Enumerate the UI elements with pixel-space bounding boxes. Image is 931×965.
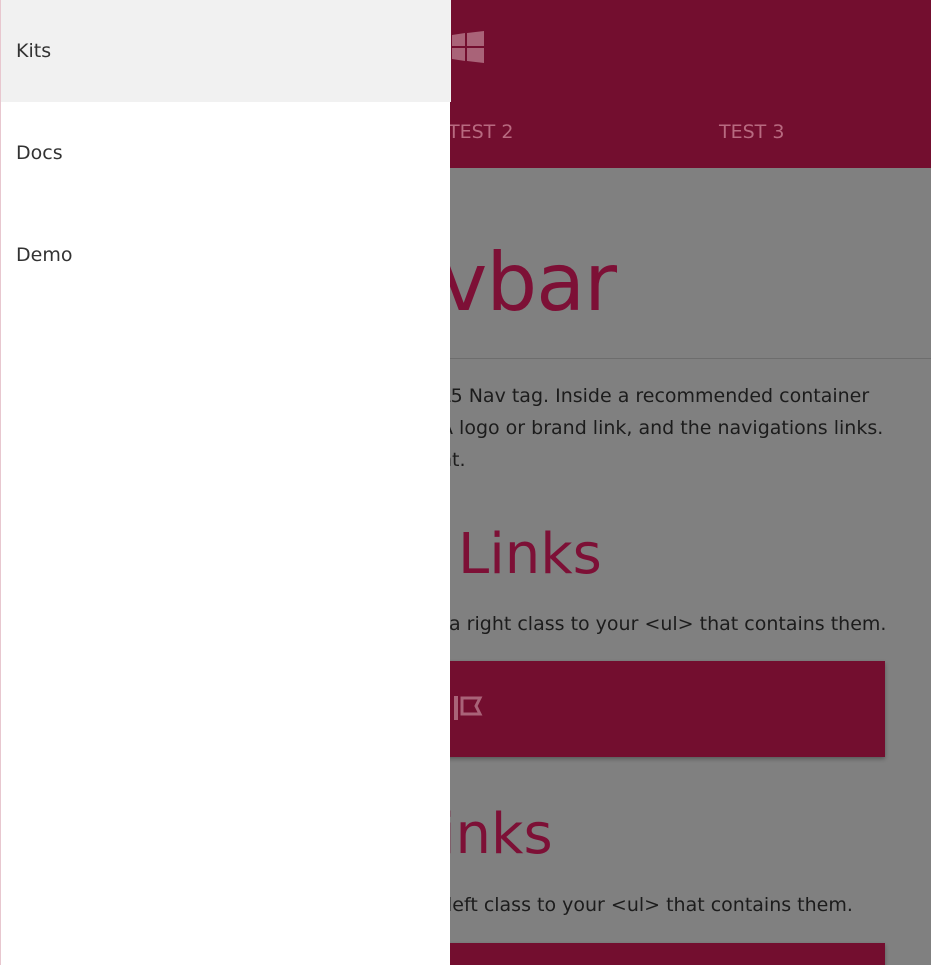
right-links-heading: Links (458, 522, 602, 587)
page: TEST 2 TEST 3 vbar L5 Nav tag. Inside a … (0, 0, 931, 965)
right-links-text: a right class to your <ul> that contains… (449, 613, 887, 635)
left-links-text: left class to your <ul> that contains th… (447, 894, 853, 916)
intro-line-2: A logo or brand link, and the navigation… (440, 417, 884, 439)
drawer-item-demo[interactable]: Demo (1, 204, 451, 306)
drawer-item-docs[interactable]: Docs (1, 102, 451, 204)
right-links-demo-navbar (440, 661, 885, 757)
flag-icon[interactable] (450, 694, 484, 722)
left-links-heading: inks (440, 802, 553, 867)
left-links-demo-navbar (440, 943, 885, 965)
divider (440, 358, 931, 359)
drawer-item-kits[interactable]: Kits (1, 0, 451, 102)
tab-test-2[interactable]: TEST 2 (448, 121, 513, 143)
windows-logo-icon[interactable] (452, 31, 484, 63)
page-title: vbar (440, 236, 617, 329)
side-drawer: Kits Docs Demo (0, 0, 451, 965)
intro-line-1: L5 Nav tag. Inside a recommended contain… (440, 385, 870, 407)
tab-test-3[interactable]: TEST 3 (719, 121, 784, 143)
